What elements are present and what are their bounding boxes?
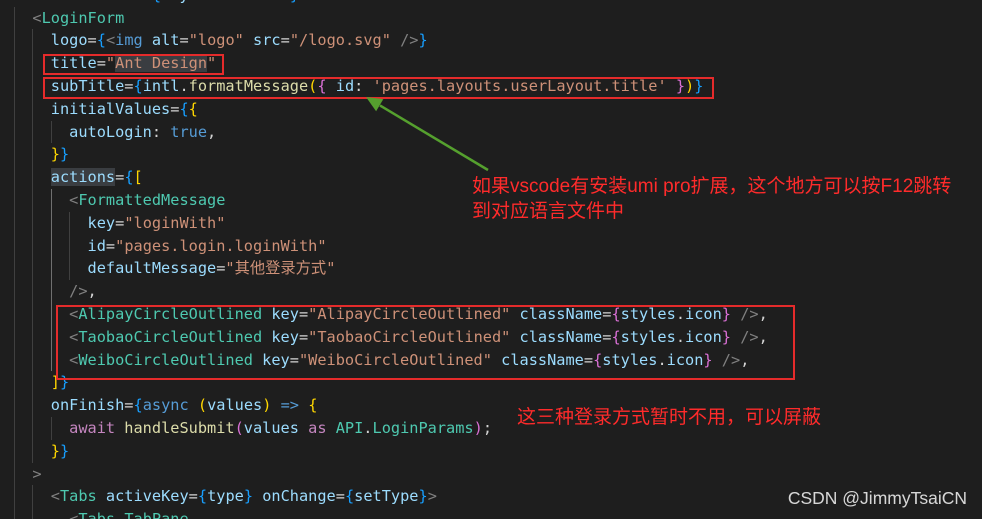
annotation-arrow: [366, 97, 489, 172]
arrow-shaft: [379, 104, 489, 172]
watermark: CSDN @JimmyTsaiCN: [787, 488, 967, 508]
annotation-note-disable: 这三种登录方式暂时不用，可以屏蔽: [517, 407, 822, 428]
annotation-note-f12-line1: 如果vscode有安装umi pro扩展，这个地方可以按F12跳转: [472, 176, 952, 197]
arrow-head: [366, 97, 384, 112]
annotation-note-f12-line2: 到对应语言文件中: [472, 201, 625, 222]
